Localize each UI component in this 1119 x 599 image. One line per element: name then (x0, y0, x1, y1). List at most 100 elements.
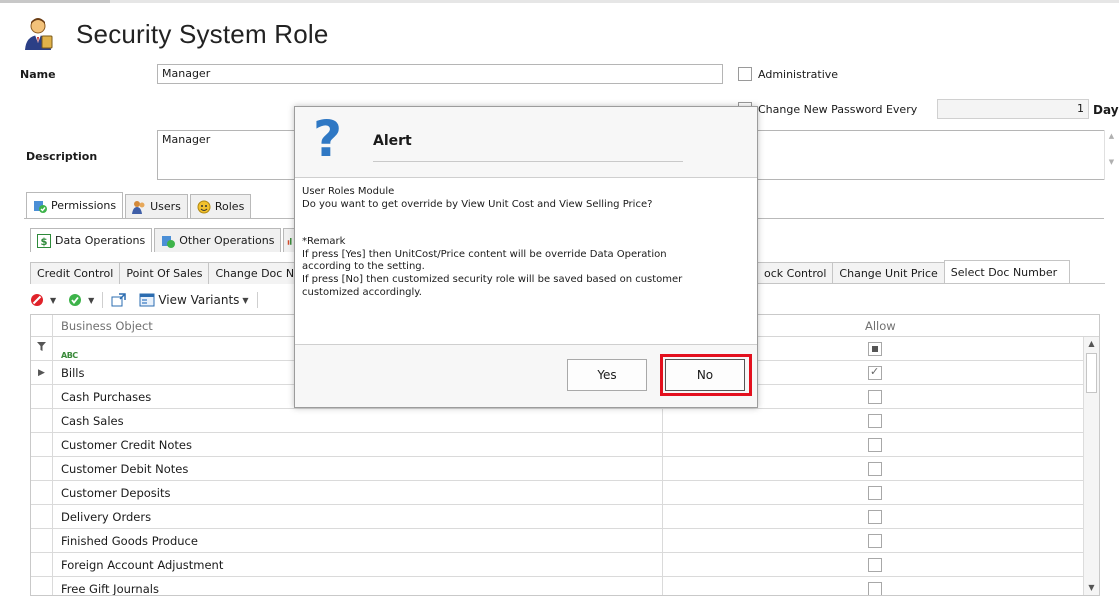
allow-checkbox[interactable] (868, 414, 882, 428)
allow-checkbox[interactable] (868, 365, 882, 380)
col-business-object[interactable]: Business Object (61, 315, 153, 337)
table-row[interactable]: Free Gift Journals (31, 577, 1099, 595)
grid-vertical-scrollbar[interactable]: ▲ ▼ (1083, 337, 1099, 595)
allow-all-button[interactable] (68, 293, 82, 307)
allow-checkbox[interactable] (868, 510, 882, 524)
table-row[interactable]: Foreign Account Adjustment (31, 553, 1099, 577)
scroll-up-arrow-icon[interactable]: ▲ (1084, 337, 1099, 351)
tab-permissions[interactable]: Permissions (26, 192, 124, 218)
allow-checkbox[interactable] (868, 438, 882, 452)
allow-checkbox[interactable] (868, 534, 882, 548)
allow-cell[interactable] (663, 553, 1085, 577)
view-variants-caret-icon: ▼ (242, 295, 249, 305)
row-indicator (31, 577, 53, 595)
table-row[interactable]: Cash Sales (31, 409, 1099, 433)
deny-dropdown-caret-icon[interactable]: ▼ (50, 296, 56, 305)
alert-dialog-title: Alert (373, 133, 412, 149)
dollar-icon: $ (37, 233, 51, 248)
business-object-cell[interactable]: Foreign Account Adjustment (53, 553, 663, 577)
tab-other-operations[interactable]: Other Operations (154, 228, 282, 252)
col-allow[interactable]: Allow (865, 315, 896, 337)
alert-line-1: User Roles Module (302, 186, 395, 197)
allow-cell[interactable] (663, 433, 1085, 457)
sub-tab-bar-left: Credit Control Point Of Sales Change Doc… (30, 262, 309, 284)
tab-stock-control[interactable]: ock Control (758, 262, 833, 284)
scroll-down-arrow-icon[interactable]: ▼ (1084, 581, 1099, 595)
filter-icon[interactable] (31, 337, 53, 361)
row-indicator (31, 529, 53, 553)
allow-cell[interactable] (663, 577, 1085, 595)
deny-icon (31, 294, 43, 306)
allow-cell[interactable] (663, 457, 1085, 481)
allow-checkbox[interactable] (868, 582, 882, 595)
scroll-down-icon[interactable]: ▼ (1105, 156, 1118, 168)
tab-select-doc-number[interactable]: Select Doc Number (943, 260, 1071, 284)
grid-toolbar: ▼ ▼ View Variants ▼ (30, 288, 260, 312)
question-icon: ? (313, 110, 343, 168)
name-label: Name (20, 68, 56, 81)
tab-change-unit-price[interactable]: Change Unit Price (832, 262, 944, 284)
business-object-cell[interactable]: Customer Credit Notes (53, 433, 663, 457)
tab-roles-label: Roles (214, 200, 245, 213)
allow-cell[interactable] (663, 481, 1085, 505)
tab-users-label: Users (150, 200, 181, 213)
name-input[interactable]: Manager (157, 64, 723, 84)
tab-point-of-sales[interactable]: Point Of Sales (119, 262, 209, 284)
allow-checkbox[interactable] (868, 486, 882, 500)
tab-roles[interactable]: Roles (189, 194, 252, 218)
business-object-cell[interactable]: Customer Deposits (53, 481, 663, 505)
business-object-cell[interactable]: Free Gift Journals (53, 577, 663, 595)
table-row[interactable]: Customer Debit Notes (31, 457, 1099, 481)
row-indicator (31, 409, 53, 433)
table-row[interactable]: Finished Goods Produce (31, 529, 1099, 553)
days-label: Days (1093, 103, 1119, 117)
tab-credit-control[interactable]: Credit Control (30, 262, 120, 284)
allow-checkbox[interactable] (868, 558, 882, 572)
allow-cell[interactable] (663, 505, 1085, 529)
business-object-cell[interactable]: Finished Goods Produce (53, 529, 663, 553)
password-days-input[interactable]: 1 (937, 99, 1089, 119)
administrative-label: Administrative (758, 68, 839, 81)
table-row[interactable]: Customer Deposits (31, 481, 1099, 505)
alert-remark-3: If press [No] then customized security r… (302, 273, 683, 285)
permissions-icon (34, 200, 47, 213)
row-indicator (31, 385, 53, 409)
view-variants-button[interactable]: View Variants ▼ (139, 293, 249, 307)
operation-tab-bar: $ Data Operations Other Operations (30, 228, 299, 252)
scroll-thumb[interactable] (1086, 353, 1097, 393)
description-label: Description (26, 150, 98, 163)
alert-remark-title: *Remark (302, 236, 346, 248)
filter-allow-checkbox[interactable] (868, 342, 882, 356)
business-object-cell[interactable]: Customer Debit Notes (53, 457, 663, 481)
allow-checkbox[interactable] (868, 390, 882, 404)
yes-button[interactable]: Yes (567, 359, 647, 391)
allow-cell[interactable] (663, 409, 1085, 433)
allow-dropdown-caret-icon[interactable]: ▼ (88, 296, 94, 305)
view-variants-label: View Variants (158, 293, 240, 307)
administrative-checkbox[interactable] (738, 67, 752, 81)
description-scrollbar[interactable]: ▲ ▼ (1104, 130, 1118, 180)
row-indicator (31, 553, 53, 577)
scroll-up-icon[interactable]: ▲ (1105, 130, 1118, 142)
tab-users[interactable]: Users (125, 194, 188, 218)
export-button[interactable] (111, 293, 127, 307)
table-row[interactable]: Customer Credit Notes (31, 433, 1099, 457)
allow-checkbox[interactable] (868, 462, 882, 476)
row-indicator (31, 505, 53, 529)
alert-remark-2: according to the setting. (302, 261, 425, 273)
row-indicator (31, 481, 53, 505)
chart-icon (288, 237, 292, 245)
allow-cell[interactable] (663, 529, 1085, 553)
deny-all-button[interactable] (30, 293, 44, 307)
change-password-label: Change New Password Every (758, 103, 918, 116)
row-indicator (31, 433, 53, 457)
svg-text:$: $ (41, 237, 48, 248)
roles-icon (197, 200, 211, 213)
tab-data-operations[interactable]: $ Data Operations (30, 228, 153, 252)
business-object-cell[interactable]: Delivery Orders (53, 505, 663, 529)
top-border-accent (0, 0, 110, 3)
table-row[interactable]: Delivery Orders (31, 505, 1099, 529)
tab-other-operations-label: Other Operations (179, 234, 275, 247)
business-object-cell[interactable]: Cash Sales (53, 409, 663, 433)
operations-icon (162, 235, 176, 248)
